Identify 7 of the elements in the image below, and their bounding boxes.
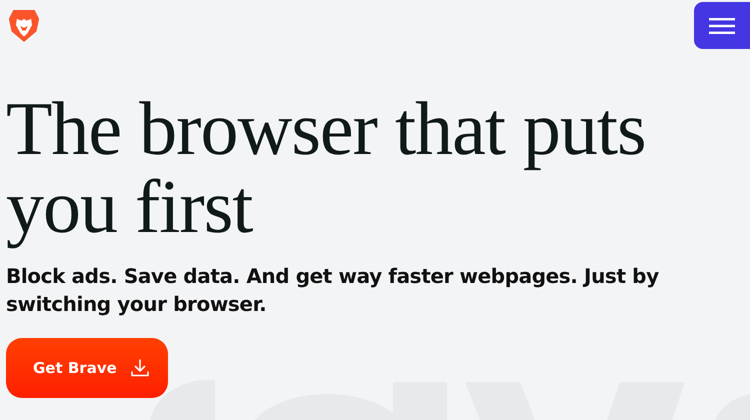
menu-icon <box>709 18 735 34</box>
subtitle: Block ads. Save data. And get way faster webpages. Just by switching your browser. <box>6 263 660 318</box>
get-brave-button[interactable]: Get Brave <box>6 338 168 398</box>
lion-logo-icon[interactable] <box>8 8 40 44</box>
headline: The browser that puts you first <box>6 90 647 246</box>
download-icon <box>130 358 150 378</box>
menu-button[interactable] <box>694 2 750 49</box>
